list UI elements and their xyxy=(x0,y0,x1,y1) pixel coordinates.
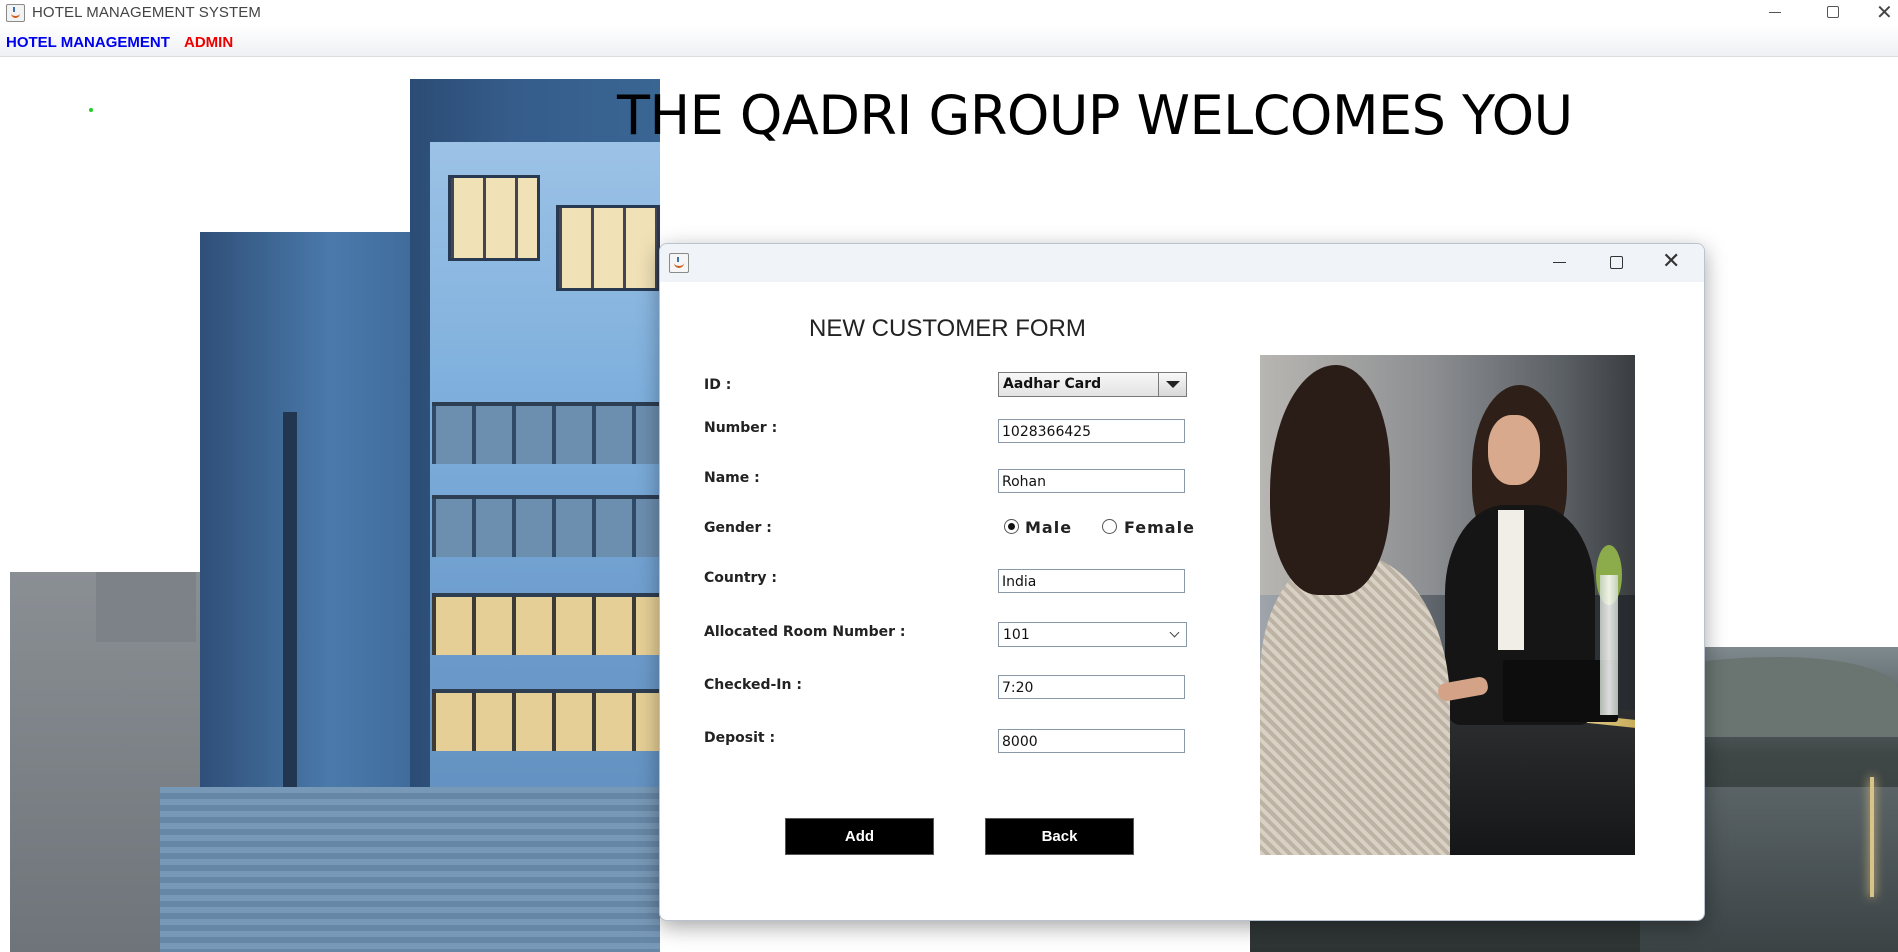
deposit-field[interactable]: 8000 xyxy=(998,729,1185,753)
add-button[interactable]: Add xyxy=(785,818,934,855)
welcome-headline: THE QADRI GROUP WELCOMES YOU xyxy=(617,84,1573,147)
dialog-titlebar: ✕ xyxy=(660,244,1704,282)
menu-admin[interactable]: ADMIN xyxy=(184,34,233,51)
deposit-label: Deposit : xyxy=(704,730,776,746)
male-radio[interactable] xyxy=(1004,519,1019,534)
number-label: Number : xyxy=(704,420,778,436)
window-titlebar: HOTEL MANAGEMENT SYSTEM ✕ xyxy=(0,0,1898,26)
street-lamp xyxy=(1870,777,1874,897)
country-field[interactable]: India xyxy=(998,569,1185,593)
minimize-button[interactable] xyxy=(1752,0,1798,26)
building-window-row xyxy=(432,689,660,751)
close-icon: ✕ xyxy=(1876,2,1893,24)
menu-bar: HOTEL MANAGEMENT ADMIN xyxy=(0,26,1898,57)
new-customer-dialog: ✕ NEW CUSTOMER FORM ID : Aadhar Card Num… xyxy=(659,243,1705,921)
id-type-value: Aadhar Card xyxy=(1003,376,1102,392)
window-title: HOTEL MANAGEMENT SYSTEM xyxy=(32,4,261,21)
building-window xyxy=(556,205,660,291)
id-label: ID : xyxy=(704,377,732,393)
minimize-icon xyxy=(1769,12,1781,13)
number-value: 1028366425 xyxy=(1002,424,1092,440)
guest xyxy=(1260,555,1450,855)
female-radio-label[interactable]: Female xyxy=(1124,518,1195,537)
female-radio[interactable] xyxy=(1102,519,1117,534)
building-window-row xyxy=(432,593,660,655)
java-app-icon xyxy=(669,253,689,273)
form-title: NEW CUSTOMER FORM xyxy=(809,315,1086,342)
dialog-maximize-button[interactable] xyxy=(1610,256,1623,269)
chevron-down-icon xyxy=(1169,627,1180,638)
name-label: Name : xyxy=(704,470,760,486)
room-label: Allocated Room Number : xyxy=(704,624,906,640)
name-value: Rohan xyxy=(1002,474,1046,490)
name-field[interactable]: Rohan xyxy=(998,469,1185,493)
close-button[interactable]: ✕ xyxy=(1866,0,1898,26)
back-button[interactable]: Back xyxy=(985,818,1134,855)
id-type-dropdown[interactable]: Aadhar Card xyxy=(998,372,1187,397)
dropdown-arrow-icon[interactable] xyxy=(1158,373,1186,396)
checked-in-label: Checked-In : xyxy=(704,677,802,693)
country-label: Country : xyxy=(704,570,778,586)
checked-in-value: 7:20 xyxy=(1002,680,1034,696)
maximize-icon xyxy=(1827,6,1839,18)
vase xyxy=(1600,575,1618,715)
room-number-value: 101 xyxy=(1003,627,1030,643)
male-radio-label[interactable]: Male xyxy=(1025,518,1072,537)
status-dot xyxy=(89,108,93,112)
gender-label: Gender : xyxy=(704,520,772,536)
room-number-dropdown[interactable]: 101 xyxy=(998,622,1187,647)
building-base xyxy=(160,787,660,952)
java-app-icon xyxy=(6,4,25,22)
deposit-value: 8000 xyxy=(1002,734,1038,750)
number-field[interactable]: 1028366425 xyxy=(998,419,1185,443)
country-value: India xyxy=(1002,574,1037,590)
reception-desk-photo xyxy=(1260,355,1635,855)
building-window-row xyxy=(432,402,660,464)
dialog-close-button[interactable]: ✕ xyxy=(1662,250,1680,272)
dialog-minimize-button[interactable] xyxy=(1553,262,1566,263)
checked-in-field[interactable]: 7:20 xyxy=(998,675,1185,699)
building-window xyxy=(448,175,540,261)
menu-hotel-management[interactable]: HOTEL MANAGEMENT xyxy=(6,34,170,51)
maximize-button[interactable] xyxy=(1810,0,1856,26)
building-window-row xyxy=(432,495,660,557)
